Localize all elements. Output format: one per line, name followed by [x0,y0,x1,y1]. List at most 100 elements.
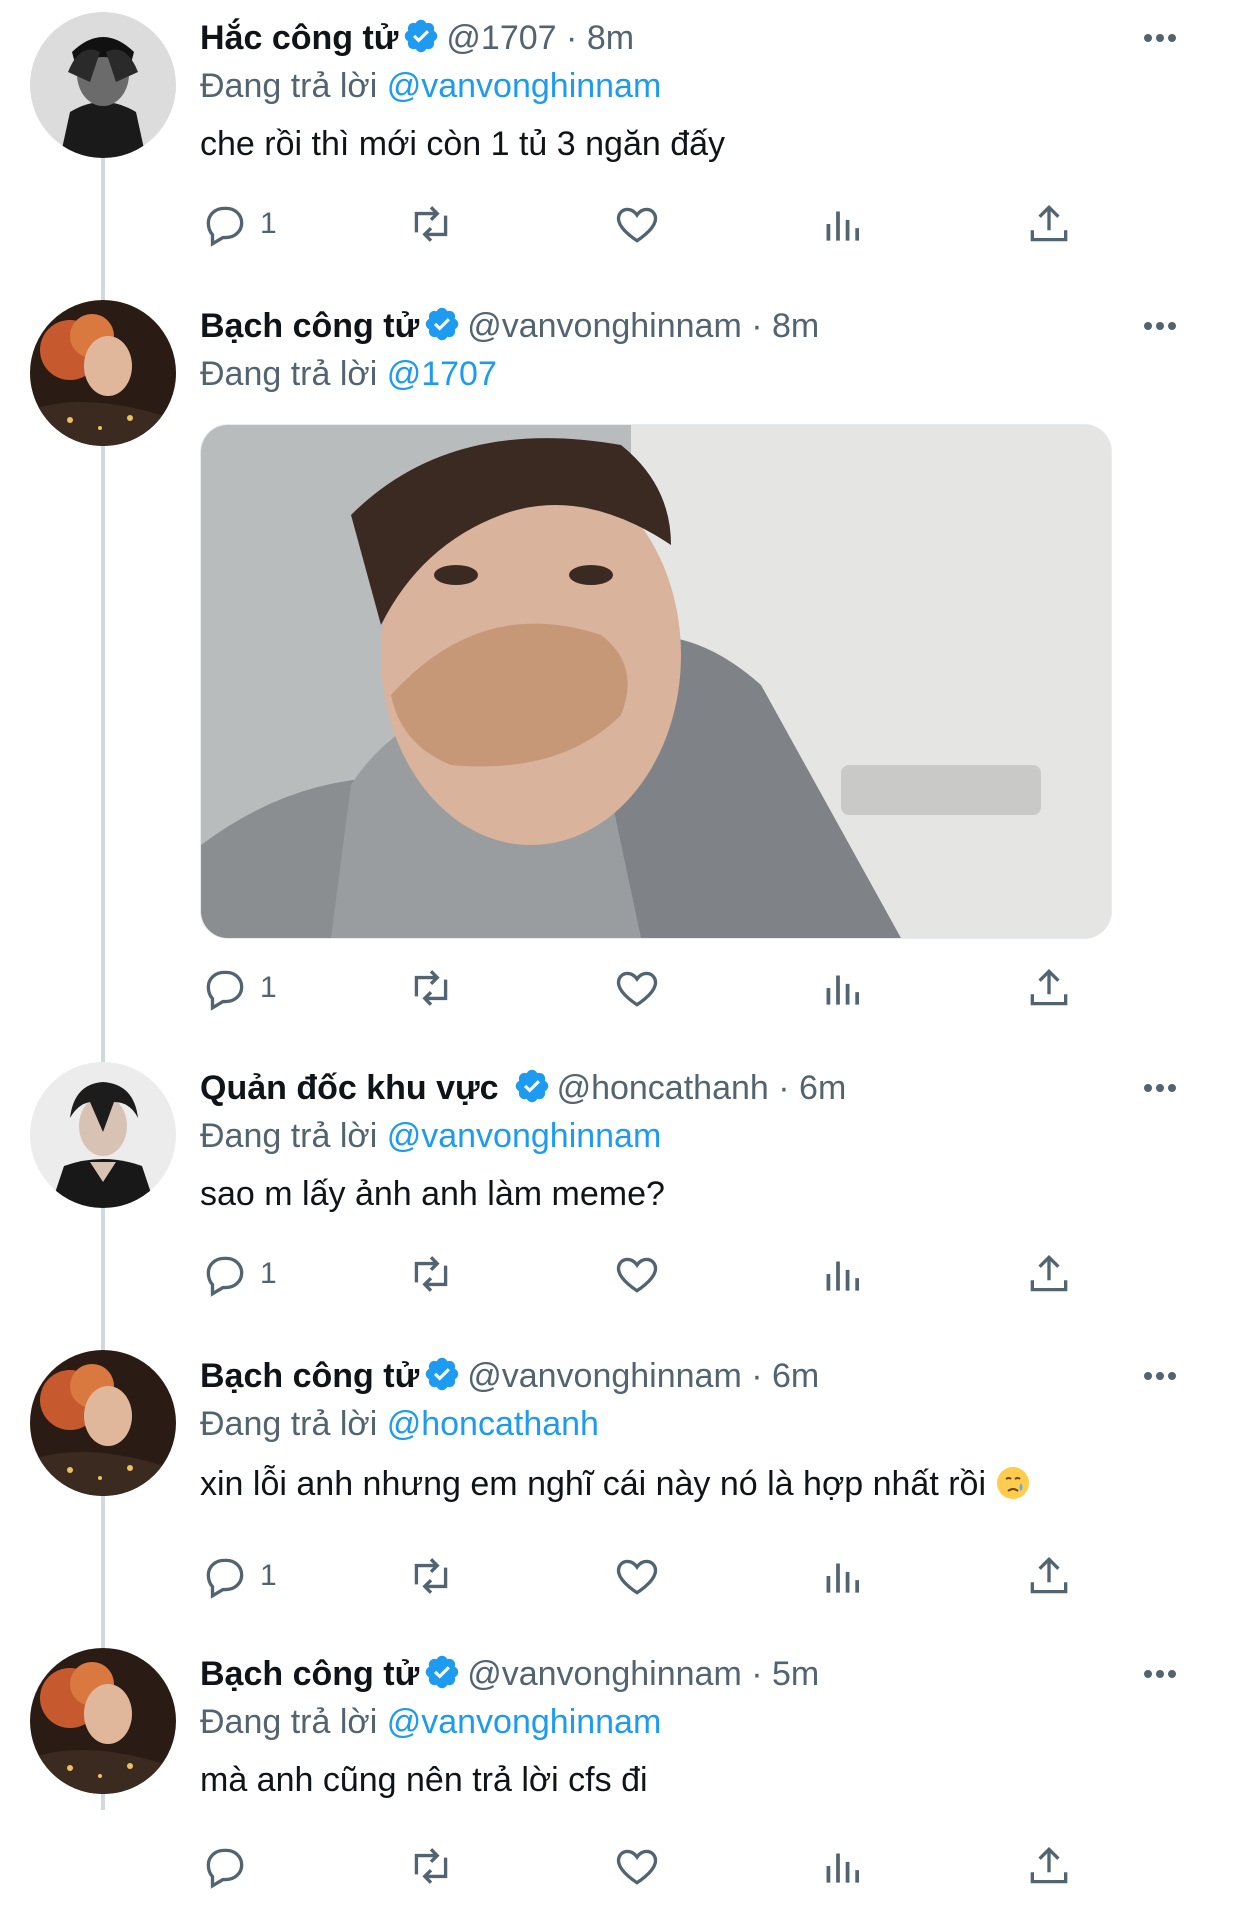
reply-button[interactable] [200,1838,260,1894]
retweet-icon [414,1256,448,1292]
mention-link[interactable]: @vanvonghinnam [387,67,662,105]
reply-button[interactable]: 1 [200,1548,277,1604]
tweet[interactable]: Bạch công tử @vanvonghinnam · 6m Đang trả… [0,1338,1236,1628]
display-name[interactable]: Bạch công tử [200,1357,419,1395]
tweet-image[interactable] [200,424,1112,939]
display-name[interactable]: Hắc công tử [200,19,398,57]
replying-to: Đang trả lời @vanvonghinnam [200,1698,661,1746]
like-icon [616,971,658,1007]
like-icon [616,1849,658,1885]
display-name[interactable]: Bạch công tử [200,307,419,345]
like-icon [616,207,658,243]
tweet[interactable]: Bạch công tử @vanvonghinnam · 5m Đang trả… [0,1636,1236,1920]
avatar[interactable] [30,1648,176,1794]
user-handle[interactable]: @vanvonghinnam [467,1357,742,1395]
display-name[interactable]: Bạch công tử [200,1655,419,1693]
views-icon [826,975,860,1005]
user-handle[interactable]: @vanvonghinnam [467,1655,742,1693]
separator-dot: · [778,1069,790,1107]
timestamp[interactable]: 6m [799,1069,846,1107]
views-icon [826,1261,860,1291]
reply-button[interactable]: 1 [200,960,277,1016]
separator-dot: · [751,307,763,345]
display-name[interactable]: Quản đốc khu vực [200,1069,499,1107]
views-button[interactable] [818,1246,868,1302]
replying-to-label: Đang trả lời [200,1117,378,1155]
mention-link[interactable]: @honcathanh [387,1405,599,1443]
replying-to-label: Đang trả lời [200,1405,378,1443]
share-button[interactable] [1024,1838,1074,1894]
replying-to: Đang trả lời @1707 [200,350,497,398]
views-icon [826,211,860,241]
more-icon[interactable] [1136,1070,1184,1106]
more-icon[interactable] [1136,1656,1184,1692]
avatar[interactable] [30,12,176,158]
more-icon[interactable] [1136,1358,1184,1394]
avatar[interactable] [30,1062,176,1208]
user-handle[interactable]: @vanvonghinnam [467,307,742,345]
mention-link[interactable]: @1707 [387,355,497,393]
replying-to: Đang trả lời @vanvonghinnam [200,1112,661,1160]
tweet[interactable]: Hắc công tử @1707 · 8m Đang trả lời @vanv… [0,0,1236,280]
replying-to: Đang trả lời @honcathanh [200,1400,599,1448]
share-button[interactable] [1024,1548,1074,1604]
reply-icon [206,206,244,247]
user-handle[interactable]: @1707 [446,19,556,57]
timestamp[interactable]: 8m [587,19,634,57]
timestamp[interactable]: 8m [772,307,819,345]
like-button[interactable] [612,1838,662,1894]
tweet-text-content: xin lỗi anh nhưng em nghĩ cái này nó là … [200,1465,987,1503]
tweet[interactable]: Bạch công tử @vanvonghinnam · 8m Đang trả… [0,288,1236,1068]
more-icon[interactable] [1136,20,1184,56]
share-button[interactable] [1024,1246,1074,1302]
share-button[interactable] [1024,196,1074,252]
timestamp[interactable]: 5m [772,1655,819,1693]
share-icon [1030,968,1068,1006]
replying-to-label: Đang trả lời [200,67,378,105]
like-button[interactable] [612,960,662,1016]
views-button[interactable] [818,960,868,1016]
share-icon [1030,1556,1068,1594]
action-bar: 1 [200,196,1080,252]
user-handle[interactable]: @honcathanh [557,1069,769,1107]
reply-count: 1 [260,207,277,240]
reply-button[interactable]: 1 [200,1246,277,1302]
tweet-text: xin lỗi anh nhưng em nghĩ cái này nó là … [200,1460,1031,1508]
reply-icon [206,1558,244,1599]
retweet-button[interactable] [406,196,456,252]
share-icon [1030,1846,1068,1884]
verified-badge-icon [405,19,438,53]
avatar[interactable] [30,1350,176,1496]
tweet-header: Bạch công tử @vanvonghinnam · 8m [200,302,819,350]
like-button[interactable] [612,1246,662,1302]
more-icon[interactable] [1136,308,1184,344]
views-button[interactable] [818,1838,868,1894]
replying-to-label: Đang trả lời [200,1703,378,1741]
reply-count: 1 [260,971,277,1004]
retweet-button[interactable] [406,960,456,1016]
retweet-button[interactable] [406,1838,456,1894]
like-button[interactable] [612,196,662,252]
tweet-text: che rồi thì mới còn 1 tủ 3 ngăn đấy [200,125,726,163]
retweet-button[interactable] [406,1246,456,1302]
mention-link[interactable]: @vanvonghinnam [387,1703,662,1741]
share-button[interactable] [1024,960,1074,1016]
retweet-icon [414,1558,448,1594]
tweet-text: sao m lấy ảnh anh làm meme? [200,1175,665,1213]
tweet-header: Hắc công tử @1707 · 8m [200,14,634,62]
retweet-button[interactable] [406,1548,456,1604]
retweet-icon [414,970,448,1006]
tweet-header: Bạch công tử @vanvonghinnam · 5m [200,1650,819,1698]
tweet-text: mà anh cũng nên trả lời cfs đi [200,1761,648,1799]
tweet[interactable]: Quản đốc khu vực @honcathanh · 6m Đang tr… [0,1050,1236,1330]
timestamp[interactable]: 6m [772,1357,819,1395]
views-button[interactable] [818,1548,868,1604]
reply-icon [206,970,244,1011]
like-button[interactable] [612,1548,662,1604]
reply-icon [206,1256,244,1297]
action-bar [200,1838,1080,1894]
avatar[interactable] [30,300,176,446]
mention-link[interactable]: @vanvonghinnam [387,1117,662,1155]
reply-button[interactable]: 1 [200,196,277,252]
views-button[interactable] [818,196,868,252]
